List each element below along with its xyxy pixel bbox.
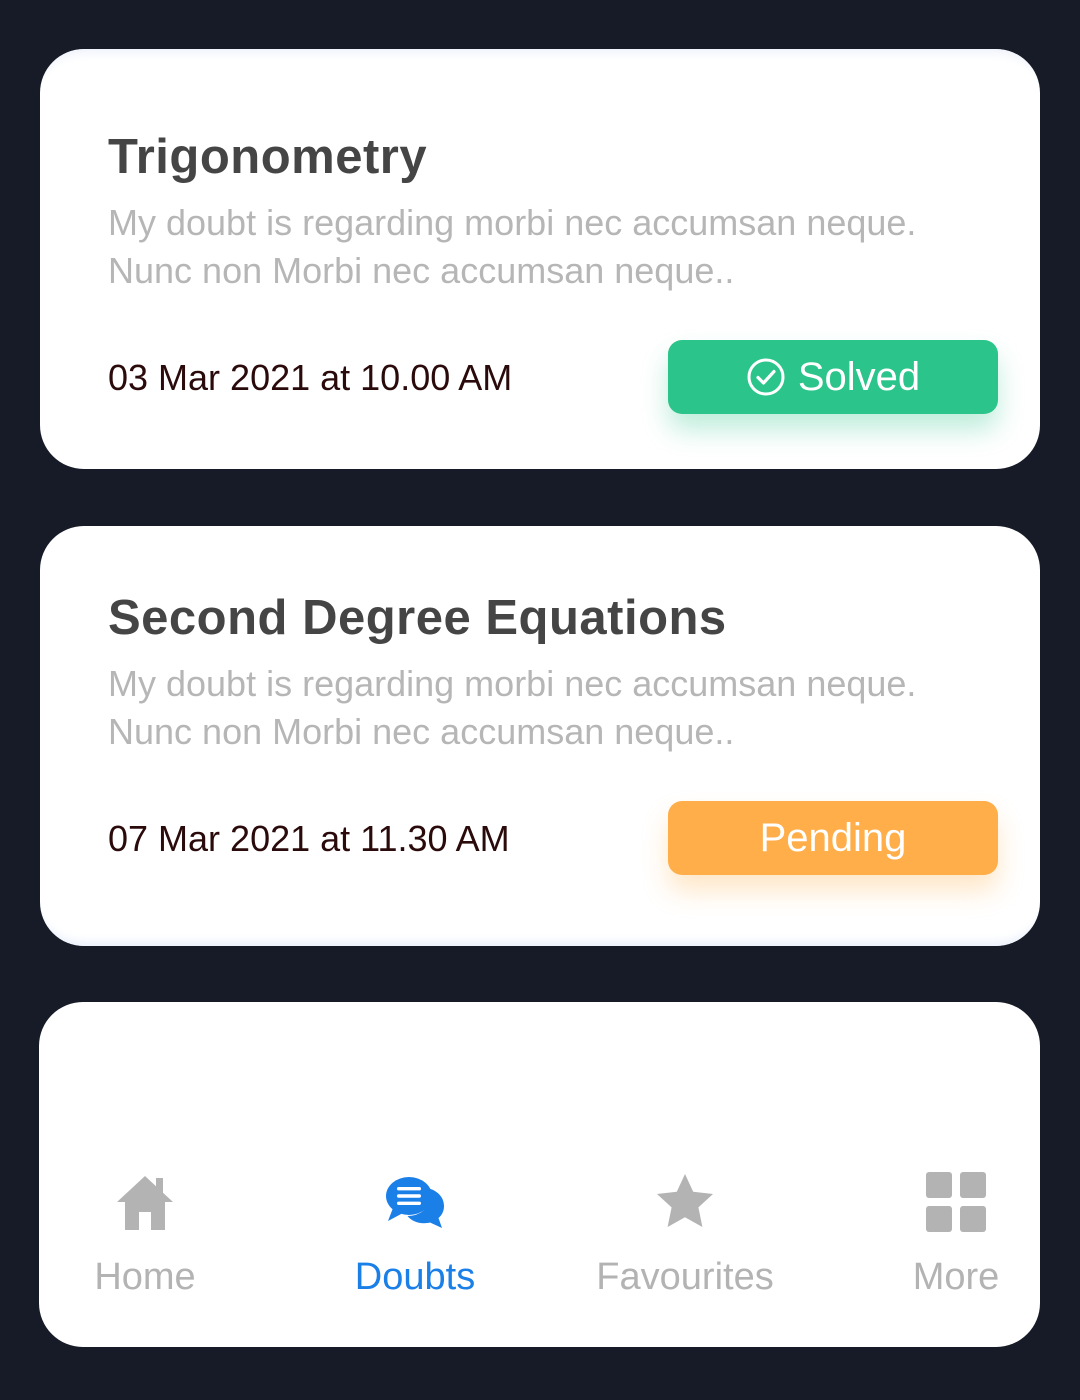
- check-circle-icon: [747, 358, 785, 396]
- doubt-title: Trigonometry: [108, 130, 428, 184]
- status-label: Pending: [759, 815, 907, 860]
- nav-item-more[interactable]: More: [831, 1162, 1080, 1302]
- doubt-description: My doubt is regarding morbi nec accumsan…: [108, 202, 917, 291]
- doubt-description: My doubt is regarding morbi nec accumsan…: [108, 663, 917, 752]
- nav-label-favourites: Favourites: [596, 1256, 774, 1298]
- nav-label-home: Home: [94, 1256, 196, 1298]
- chat-bubbles-icon: [386, 1177, 444, 1228]
- doubt-date: 07 Mar 2021 at 11.30 AM: [108, 818, 510, 859]
- status-badge-solved[interactable]: Solved: [668, 340, 998, 414]
- doubt-date: 03 Mar 2021 at 10.00 AM: [108, 357, 513, 398]
- doubt-title: Second Degree Equations: [108, 591, 727, 645]
- doubt-card[interactable]: Trigonometry My doubt is regarding morbi…: [40, 49, 1040, 469]
- star-icon: [657, 1174, 713, 1227]
- home-icon: [117, 1176, 173, 1230]
- nav-item-favourites[interactable]: Favourites: [560, 1162, 810, 1302]
- status-label: Solved: [797, 354, 921, 399]
- status-badge-pending[interactable]: Pending: [668, 801, 998, 875]
- nav-label-doubts: Doubts: [354, 1256, 476, 1298]
- grid-icon: [926, 1172, 986, 1232]
- bottom-navigation: Home Doubts Favourites More: [39, 1002, 1040, 1347]
- doubt-card[interactable]: Second Degree Equations My doubt is rega…: [40, 526, 1040, 946]
- nav-item-doubts[interactable]: Doubts: [290, 1162, 540, 1302]
- nav-label-more: More: [912, 1256, 1000, 1298]
- nav-item-home[interactable]: Home: [20, 1162, 270, 1302]
